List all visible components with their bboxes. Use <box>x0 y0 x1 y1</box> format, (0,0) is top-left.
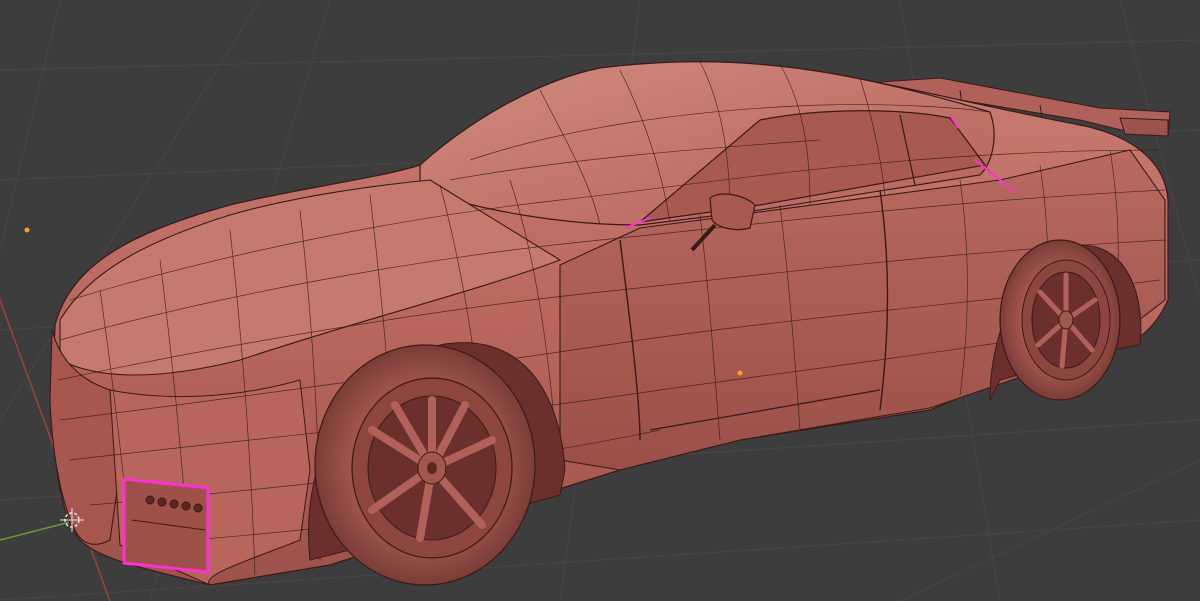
front-wheel[interactable] <box>314 344 536 586</box>
object-origin-icon <box>737 370 743 376</box>
3d-viewport[interactable] <box>0 0 1200 601</box>
headlight-selection[interactable] <box>122 477 210 574</box>
y-axis-line <box>0 521 71 541</box>
light-dot-icon <box>24 227 30 233</box>
rear-wheel[interactable] <box>999 239 1121 401</box>
